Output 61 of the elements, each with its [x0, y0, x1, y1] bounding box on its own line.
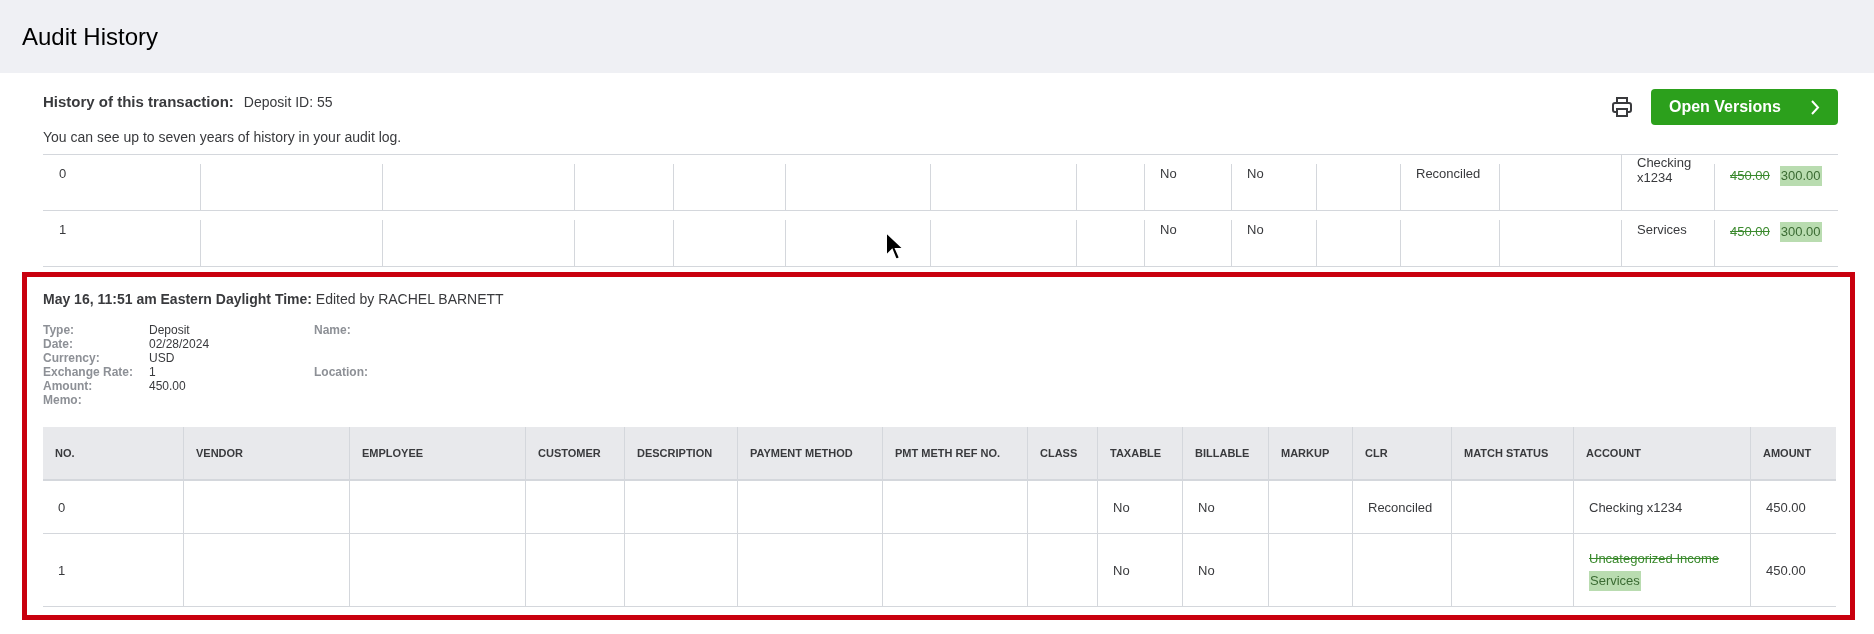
table-cell: No [1160, 222, 1177, 237]
detail-value: USD [149, 351, 175, 365]
column-header: TAXABLE [1110, 447, 1162, 459]
chevron-right-icon [1811, 99, 1820, 115]
table-cell: Reconciled [1368, 499, 1433, 515]
table-cell: Services [1637, 222, 1687, 237]
column-header: BILLABLE [1195, 447, 1250, 459]
table-cell: 1 [59, 222, 67, 237]
column-header: CLASS [1040, 447, 1078, 459]
table-cell: 450.00 [1766, 499, 1806, 515]
table-cell-text: Checking x1234 [1637, 155, 1693, 185]
table-cell: No [1113, 499, 1130, 515]
removed-value: Uncategorized Income [1589, 550, 1720, 568]
table-cell: No [1247, 222, 1264, 237]
detail-value: Deposit [149, 323, 190, 337]
table-cell: 1 [58, 562, 66, 578]
table-cell: Checking x1234 [1589, 499, 1683, 515]
detail-label: Type: [43, 323, 76, 337]
added-value: Services [1589, 571, 1641, 591]
page-title: Audit History [22, 22, 159, 51]
column-header: PMT METH REF NO. [895, 447, 1001, 459]
deposit-id: Deposit ID: 55 [243, 94, 333, 110]
column-header: EMPLOYEE [362, 447, 424, 459]
column-header: CLR [1365, 447, 1388, 459]
table-cell: No [1198, 499, 1215, 515]
open-versions-button[interactable]: Open Versions [1650, 89, 1838, 125]
column-header: PAYMENT METHOD [750, 447, 853, 459]
table-cell: 0 [58, 499, 66, 515]
column-header: NO. [55, 447, 75, 459]
column-header: CUSTOMER [538, 447, 601, 459]
removed-value: 450.00 [1730, 223, 1770, 241]
detail-value: 450.00 [149, 379, 186, 393]
column-header: ACCOUNT [1586, 447, 1641, 459]
detail-label: Currency: [43, 351, 101, 365]
detail-label: Name: [314, 323, 351, 337]
detail-value: 1 [149, 365, 156, 379]
column-header: DESCRIPTION [637, 447, 713, 459]
detail-label: Amount: [43, 379, 94, 393]
table-cell: No [1198, 562, 1215, 578]
detail-value: 02/28/2024 [149, 337, 210, 351]
printer-icon[interactable] [1610, 96, 1633, 118]
column-header: AMOUNT [1763, 447, 1812, 459]
detail-label: Date: [43, 337, 74, 351]
table-cell: 450.00 [1766, 562, 1806, 578]
history-note: You can see up to seven years of history in your audit log. [43, 129, 402, 145]
detail-label: Memo: [43, 393, 83, 407]
table-cell: No [1247, 166, 1264, 181]
column-header: VENDOR [196, 447, 244, 459]
table-cell: No [1160, 166, 1177, 181]
edit-summary: May 16, 11:51 am Eastern Daylight Time: Edited by RACHEL BARNETT [43, 291, 505, 307]
table-cell: 0 [59, 166, 67, 181]
added-value: 300.00 [1779, 222, 1822, 242]
added-value: 300.00 [1779, 166, 1822, 186]
history-label: History of this transaction: [43, 93, 234, 110]
detail-label: Location: [314, 365, 368, 379]
table-cell: No [1113, 562, 1130, 578]
column-header: MARKUP [1281, 447, 1330, 459]
removed-value: 450.00 [1730, 167, 1770, 185]
table-cell: Reconciled [1416, 166, 1481, 181]
column-header: MATCH STATUS [1464, 447, 1549, 459]
detail-label: Exchange Rate: [43, 365, 135, 379]
